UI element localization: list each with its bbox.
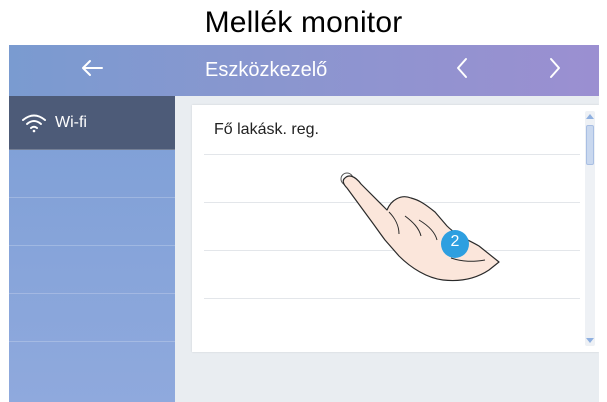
list-item-main-apartment-registration[interactable]: Fő lakásk. reg. xyxy=(204,107,580,155)
sidebar-empty-row xyxy=(9,294,175,342)
device-screen: Eszközkezelő Wi-fi Fő lakásk. reg. 2 xyxy=(9,45,599,402)
back-button[interactable] xyxy=(9,45,175,96)
scroll-down-arrow-icon[interactable] xyxy=(585,336,595,346)
next-page-button[interactable] xyxy=(530,45,580,96)
chevron-left-icon xyxy=(455,57,469,84)
wifi-icon xyxy=(21,113,47,133)
page-caption: Mellék monitor xyxy=(204,6,403,39)
chevron-right-icon xyxy=(548,57,562,84)
list-item-label: Fő lakásk. reg. xyxy=(214,121,319,138)
sidebar: Wi-fi xyxy=(9,96,175,402)
previous-page-button[interactable] xyxy=(437,45,487,96)
scroll-up-arrow-icon[interactable] xyxy=(585,111,595,121)
sidebar-item-wifi[interactable]: Wi-fi xyxy=(9,96,175,150)
scrollbar-thumb[interactable] xyxy=(586,125,594,165)
sidebar-empty-row xyxy=(9,246,175,294)
sidebar-empty-row xyxy=(9,198,175,246)
sidebar-item-label: Wi-fi xyxy=(55,113,87,131)
sidebar-empty-row xyxy=(9,150,175,198)
arrow-left-icon xyxy=(81,59,103,82)
pointing-hand-icon: 2 xyxy=(339,170,504,290)
step-number: 2 xyxy=(450,233,460,250)
top-bar: Eszközkezelő xyxy=(9,45,599,96)
scrollbar[interactable] xyxy=(585,111,595,346)
page-title: Eszközkezelő xyxy=(205,59,328,81)
